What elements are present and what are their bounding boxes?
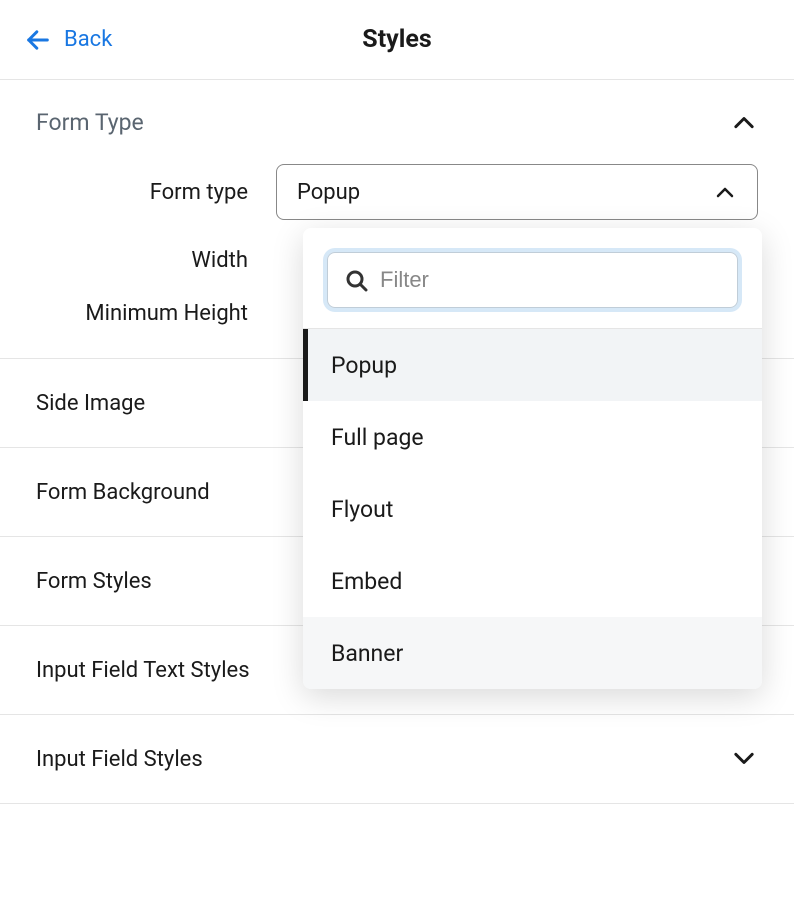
dropdown-option-label: Full page: [331, 424, 424, 451]
dropdown-option-embed[interactable]: Embed: [303, 545, 762, 617]
min-height-label: Minimum Height: [36, 301, 276, 326]
dropdown-option-flyout[interactable]: Flyout: [303, 473, 762, 545]
filter-box[interactable]: [327, 252, 738, 308]
section-title: Form Background: [36, 480, 210, 505]
dropdown-option-popup[interactable]: Popup: [303, 329, 762, 401]
input-field-styles-header[interactable]: Input Field Styles: [0, 715, 794, 803]
form-type-section: Form Type Form type Popup: [0, 80, 794, 359]
dropdown-option-full-page[interactable]: Full page: [303, 401, 762, 473]
form-type-section-header[interactable]: Form Type: [0, 80, 794, 164]
section-title: Input Field Styles: [36, 747, 203, 772]
filter-container: [303, 228, 762, 328]
input-field-styles-section: Input Field Styles: [0, 715, 794, 804]
width-label: Width: [36, 248, 276, 273]
form-type-row: Form type Popup: [36, 164, 758, 220]
section-title: Form Styles: [36, 569, 152, 594]
page-title: Styles: [362, 25, 431, 54]
dropdown-option-banner[interactable]: Banner: [303, 617, 762, 689]
chevron-down-icon: [730, 745, 758, 773]
dropdown-option-label: Banner: [331, 640, 403, 667]
form-type-select[interactable]: Popup: [276, 164, 758, 220]
back-label: Back: [64, 27, 112, 52]
chevron-up-icon: [713, 180, 737, 204]
chevron-up-icon: [730, 108, 758, 136]
dropdown-option-label: Popup: [331, 352, 397, 379]
section-title: Side Image: [36, 391, 145, 416]
form-type-label: Form type: [36, 180, 276, 205]
filter-input[interactable]: [380, 267, 721, 293]
form-type-dropdown: Popup Full page Flyout Embed Banner: [303, 228, 762, 689]
dropdown-option-label: Flyout: [331, 496, 393, 523]
dropdown-list: Popup Full page Flyout Embed Banner: [303, 328, 762, 689]
section-title: Form Type: [36, 109, 144, 136]
page-header: Back Styles: [0, 0, 794, 80]
back-button[interactable]: Back: [24, 26, 112, 54]
form-type-selected-value: Popup: [297, 180, 360, 205]
search-icon: [344, 268, 368, 292]
form-type-section-body: Form type Popup: [0, 164, 794, 358]
section-title: Input Field Text Styles: [36, 658, 250, 683]
dropdown-option-label: Embed: [331, 568, 402, 595]
arrow-left-icon: [24, 26, 52, 54]
